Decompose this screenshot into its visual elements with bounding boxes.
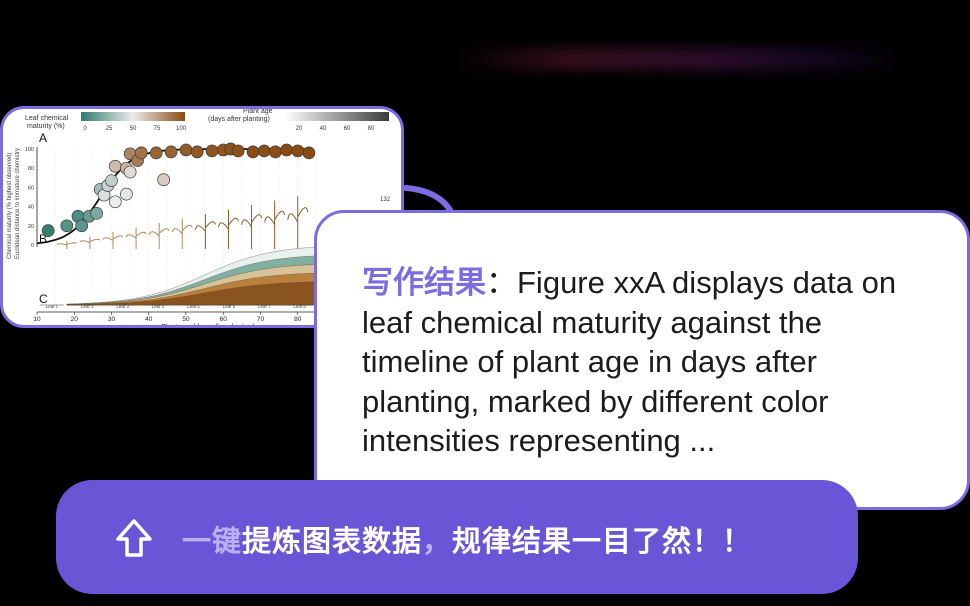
plant-silhouette — [264, 200, 286, 249]
legend-maturity-tick: 25 — [106, 126, 113, 132]
data-point — [157, 173, 170, 187]
data-point — [134, 146, 148, 160]
data-point — [60, 219, 74, 233]
result-card: 写作结果：Figure xxA displays data on leaf ch… — [314, 210, 970, 510]
upload-arrow-icon — [116, 519, 152, 557]
data-point — [108, 195, 122, 209]
plant-silhouette — [102, 232, 124, 249]
legend-age-tick: 20 — [296, 126, 303, 132]
banner-highlight: 一键 — [182, 526, 243, 558]
leaf-label: Leaf 1 — [46, 304, 59, 309]
plant-silhouette — [171, 218, 193, 249]
legend-maturity-title-2: maturity (%) — [27, 123, 65, 130]
data-point — [291, 144, 305, 158]
x-tick-label: 10 — [33, 316, 41, 323]
height-label: 132 — [380, 197, 391, 203]
y-tick-label: 100 — [25, 147, 34, 153]
data-point — [179, 143, 193, 157]
y-axis-label-1: Chemical maturity (% highest observed) — [7, 153, 13, 259]
plant-silhouette — [241, 205, 263, 249]
data-point — [105, 174, 118, 188]
plant-silhouette — [217, 209, 239, 249]
panel-a-label: A — [39, 131, 47, 145]
y-tick-label: 0 — [31, 243, 34, 249]
result-text: 写作结果：Figure xxA displays data on leaf ch… — [362, 263, 932, 461]
x-tick-label: 80 — [294, 316, 302, 323]
banner-comma: ， — [422, 526, 453, 558]
data-point — [246, 145, 260, 159]
x-tick-label: 20 — [71, 316, 79, 323]
y-axis-label-2: Euclidean distance to immature chemistry — [15, 148, 21, 259]
result-colon: ： — [486, 265, 517, 300]
leaf-label: Leaf 6 — [223, 304, 236, 309]
header-glow-bar — [455, 48, 900, 70]
legend-age-title-1: Plant age — [243, 109, 273, 115]
x-tick-label: 50 — [182, 316, 190, 323]
data-point — [205, 144, 219, 158]
plant-silhouette — [79, 236, 101, 249]
data-point — [302, 146, 316, 160]
legend-maturity-title-1: Leaf chemical — [25, 115, 69, 122]
data-point — [269, 145, 282, 159]
legend-age-tick: 60 — [344, 126, 351, 132]
legend-maturity-tick: 0 — [83, 126, 87, 132]
plant-silhouette — [56, 241, 78, 249]
x-tick-label: 40 — [145, 316, 153, 323]
data-point — [149, 146, 163, 160]
banner-text-tail: 规律结果一目了然！！ — [452, 526, 753, 558]
data-point — [108, 159, 122, 173]
leaf-label: Leaf 8 — [293, 304, 306, 309]
legend-maturity-tick: 100 — [176, 126, 187, 132]
y-tick-label: 40 — [28, 205, 34, 211]
leaf-label: Leaf 2 — [81, 304, 94, 309]
legend-age-bar — [285, 112, 389, 121]
banner-text: 一键提炼图表数据，规律结果一目了然！！ — [182, 518, 752, 560]
data-point — [90, 206, 103, 220]
y-tick-label: 60 — [28, 185, 34, 191]
data-point — [257, 144, 271, 158]
legend-age-title-2: (days after planting) — [208, 116, 270, 123]
legend-maturity-tick: 50 — [130, 126, 137, 132]
data-point — [164, 145, 178, 159]
data-point — [231, 144, 245, 158]
data-point — [190, 145, 204, 159]
x-tick-label: 30 — [108, 316, 116, 323]
leaf-label: Leaf 7 — [258, 304, 271, 309]
data-point — [120, 187, 133, 201]
data-point — [280, 143, 293, 157]
plant-silhouette — [148, 223, 170, 249]
legend-age-tick: 80 — [368, 126, 375, 132]
result-label: 写作结果 — [362, 265, 486, 300]
x-tick-label: 70 — [257, 316, 265, 323]
legend-maturity-bar — [81, 112, 185, 121]
leaf-label: Leaf 5 — [187, 304, 200, 309]
y-tick-label: 20 — [28, 224, 34, 230]
data-point — [123, 165, 137, 179]
plant-silhouette — [287, 196, 309, 249]
x-axis-label: Plant age (days after planting) — [161, 324, 254, 328]
legend-age-tick: 40 — [320, 126, 327, 132]
banner-text-main: 提炼图表数据 — [242, 526, 423, 558]
x-tick-label: 60 — [220, 316, 228, 323]
plant-silhouette — [125, 227, 147, 249]
leaf-label: Leaf 4 — [152, 304, 165, 309]
legend-maturity-tick: 75 — [154, 126, 161, 132]
data-point — [41, 224, 55, 237]
plant-silhouette — [194, 214, 216, 249]
leaf-label: Leaf 3 — [116, 304, 129, 309]
promo-banner[interactable]: 一键提炼图表数据，规律结果一目了然！！ — [56, 480, 858, 594]
y-tick-label: 80 — [28, 166, 34, 172]
